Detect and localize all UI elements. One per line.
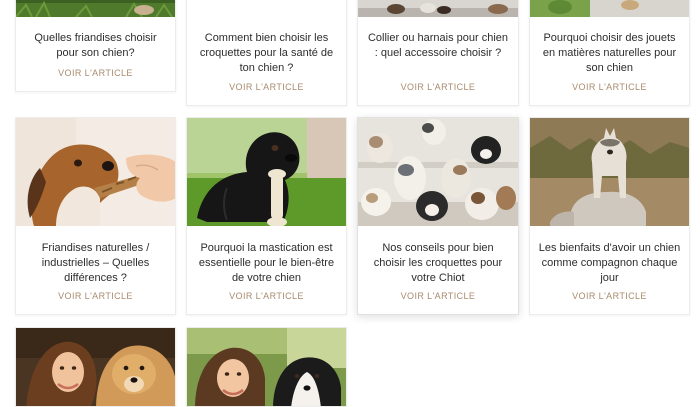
article-image[interactable] <box>530 118 689 226</box>
article-image[interactable] <box>187 328 346 406</box>
article-title[interactable]: Les bienfaits d'avoir un chien comme com… <box>538 241 681 286</box>
article-image[interactable] <box>187 118 346 226</box>
article-card[interactable]: Pourquoi choisir des jouets en matières … <box>529 0 690 106</box>
article-card[interactable]: Quelles friandises choisir pour son chie… <box>15 0 176 92</box>
article-card[interactable] <box>186 327 347 407</box>
article-title[interactable]: Friandises naturelles / industrielles – … <box>24 241 167 286</box>
article-card[interactable]: Nos conseils pour bien choisir les croqu… <box>357 117 519 315</box>
read-article-link[interactable]: VOIR L'ARTICLE <box>358 291 518 301</box>
article-title[interactable]: Comment bien choisir les croquettes pour… <box>195 31 338 76</box>
article-image[interactable] <box>530 0 689 17</box>
read-article-link[interactable]: VOIR L'ARTICLE <box>530 82 689 92</box>
article-image[interactable] <box>358 0 518 17</box>
read-article-link[interactable]: VOIR L'ARTICLE <box>530 291 689 301</box>
article-title[interactable]: Pourquoi choisir des jouets en matières … <box>538 31 681 76</box>
article-title[interactable]: Nos conseils pour bien choisir les croqu… <box>366 241 510 286</box>
article-card[interactable]: Comment bien choisir les croquettes pour… <box>186 0 347 106</box>
article-card[interactable]: Pourquoi la mastication est essentielle … <box>186 117 347 315</box>
read-article-link[interactable]: VOIR L'ARTICLE <box>16 68 175 78</box>
article-card[interactable]: Les bienfaits d'avoir un chien comme com… <box>529 117 690 315</box>
article-title[interactable]: Pourquoi la mastication est essentielle … <box>195 241 338 286</box>
article-image[interactable] <box>16 328 175 406</box>
article-card[interactable]: Collier ou harnais pour chien : quel acc… <box>357 0 519 106</box>
article-title[interactable]: Collier ou harnais pour chien : quel acc… <box>366 31 510 61</box>
article-card[interactable] <box>15 327 176 407</box>
article-image[interactable] <box>358 118 518 226</box>
article-image[interactable] <box>187 0 346 17</box>
article-image[interactable] <box>16 118 175 226</box>
article-image[interactable] <box>16 0 175 17</box>
read-article-link[interactable]: VOIR L'ARTICLE <box>187 82 346 92</box>
read-article-link[interactable]: VOIR L'ARTICLE <box>16 291 175 301</box>
read-article-link[interactable]: VOIR L'ARTICLE <box>358 82 518 92</box>
article-title[interactable]: Quelles friandises choisir pour son chie… <box>24 31 167 61</box>
read-article-link[interactable]: VOIR L'ARTICLE <box>187 291 346 301</box>
article-card[interactable]: Friandises naturelles / industrielles – … <box>15 117 176 315</box>
